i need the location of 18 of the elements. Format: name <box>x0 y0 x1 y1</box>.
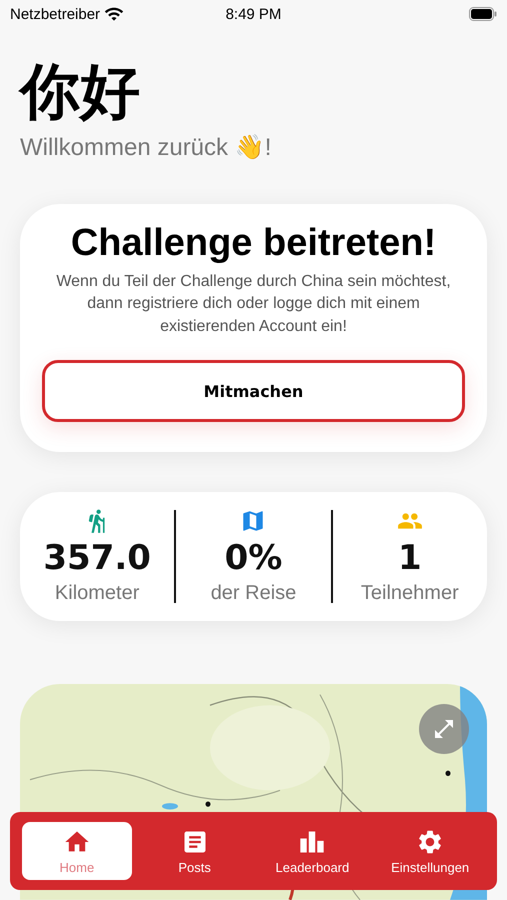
greeting-title: 你好 <box>20 58 140 127</box>
stat-label: Kilometer <box>54 582 140 606</box>
stat-value: 1 <box>398 538 422 578</box>
stat-value: 0% <box>224 538 282 578</box>
tab-item[interactable]: Posts <box>140 822 250 880</box>
tab-item[interactable]: Leaderboard <box>258 822 368 880</box>
welcome-text: Willkommen zurück 👋! <box>20 133 272 162</box>
stat-label: Teilnehmer <box>360 582 459 606</box>
join-button[interactable]: Mitmachen <box>42 360 465 422</box>
carrier-name: Netzbetreiber <box>10 6 100 22</box>
clock-time: 8:49 PM <box>226 6 282 22</box>
card-title: Challenge beitreten! <box>70 222 436 265</box>
stat-label: der Reise <box>210 582 296 606</box>
card-description: Wenn du Teil der Challenge durch China sein möchtest, dann registriere dich oder logge dich mit einem existierenden Account ein! <box>55 272 452 337</box>
stat-value: 357.0 <box>43 538 151 578</box>
battery-icon <box>469 7 497 21</box>
tab-item[interactable]: Home <box>22 822 132 880</box>
tab-item[interactable]: Einstellungen <box>375 822 485 880</box>
